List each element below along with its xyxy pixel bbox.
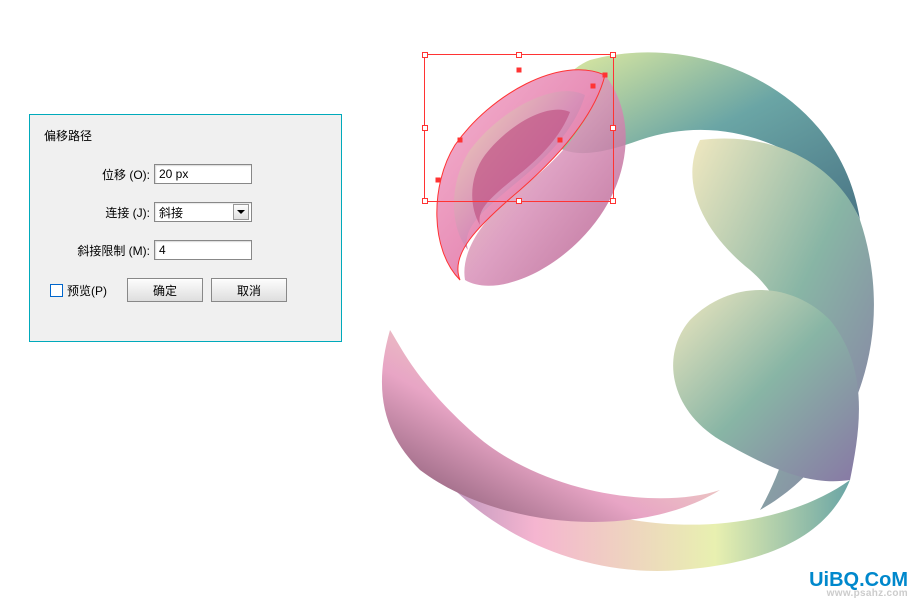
anchor-point[interactable] [458, 138, 463, 143]
anchor-point[interactable] [436, 178, 441, 183]
offset-path-dialog: 偏移路径 位移 (O): 连接 (J): 斜接 斜接限制 (M): 预览(P) … [29, 114, 342, 342]
join-value: 斜接 [159, 204, 183, 221]
button-row: 预览(P) 确定 取消 [44, 278, 327, 302]
dialog-title: 偏移路径 [44, 125, 327, 144]
miter-field-row: 斜接限制 (M): [44, 240, 327, 260]
chevron-down-icon [233, 204, 249, 220]
canvas-artwork [360, 40, 900, 580]
preview-label: 预览(P) [67, 282, 107, 299]
offset-input[interactable] [154, 164, 252, 184]
anchor-point[interactable] [591, 84, 596, 89]
anchor-point[interactable] [517, 68, 522, 73]
join-label: 连接 (J): [64, 204, 154, 221]
watermark: UiBQ.CoM www.psahz.com [809, 569, 908, 599]
offset-label: 位移 (O): [64, 166, 154, 183]
join-select[interactable]: 斜接 [154, 202, 252, 222]
miter-input[interactable] [154, 240, 252, 260]
anchor-point[interactable] [603, 73, 608, 78]
preview-checkbox[interactable] [50, 284, 63, 297]
miter-label: 斜接限制 (M): [64, 242, 154, 259]
join-field-row: 连接 (J): 斜接 [44, 202, 327, 222]
anchor-point[interactable] [558, 138, 563, 143]
offset-field-row: 位移 (O): [44, 164, 327, 184]
ok-button[interactable]: 确定 [127, 278, 203, 302]
cancel-button[interactable]: 取消 [211, 278, 287, 302]
gradient-sphere-graphic [360, 40, 900, 580]
preview-checkbox-wrap[interactable]: 预览(P) [50, 282, 107, 299]
